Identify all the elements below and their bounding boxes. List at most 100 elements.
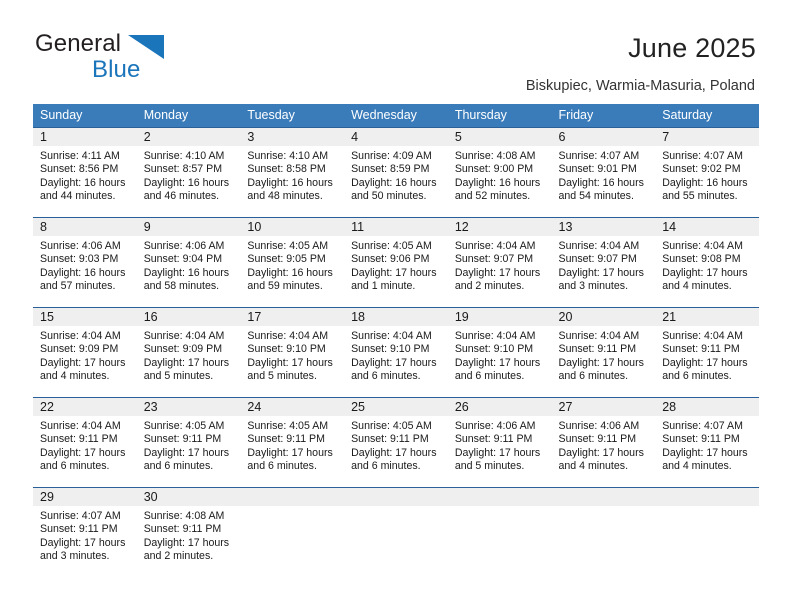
sunset-text: Sunset: 9:11 PM xyxy=(40,433,118,446)
day-cell[interactable]: 18 Sunrise: 4:04 AM Sunset: 9:10 PM Dayl… xyxy=(344,308,448,397)
day-number: 17 xyxy=(240,308,345,326)
day-cell[interactable]: 16 Sunrise: 4:04 AM Sunset: 9:09 PM Dayl… xyxy=(136,308,241,397)
day-cell[interactable]: 15 Sunrise: 4:04 AM Sunset: 9:09 PM Dayl… xyxy=(33,308,137,397)
daylight-text: Daylight: 16 hours and 59 minutes. xyxy=(247,266,333,293)
day-number: 26 xyxy=(447,398,552,416)
calendar-grid: Sunday Monday Tuesday Wednesday Thursday… xyxy=(33,104,759,577)
daylight-text: Daylight: 17 hours and 4 minutes. xyxy=(662,446,748,473)
day-number: 30 xyxy=(136,488,241,506)
day-cell[interactable]: 13 Sunrise: 4:04 AM Sunset: 9:07 PM Dayl… xyxy=(551,218,656,307)
day-cell[interactable]: 23 Sunrise: 4:05 AM Sunset: 9:11 PM Dayl… xyxy=(136,398,241,487)
day-cell[interactable]: 3 Sunrise: 4:10 AM Sunset: 8:58 PM Dayli… xyxy=(240,128,345,217)
day-number: 2 xyxy=(136,128,241,146)
day-number xyxy=(551,488,656,506)
sunset-text: Sunset: 9:04 PM xyxy=(143,253,223,266)
day-number: 8 xyxy=(33,218,137,236)
day-cell[interactable]: 10 Sunrise: 4:05 AM Sunset: 9:05 PM Dayl… xyxy=(240,218,345,307)
day-cell[interactable]: 2 Sunrise: 4:10 AM Sunset: 8:57 PM Dayli… xyxy=(136,128,241,217)
day-number: 29 xyxy=(33,488,137,506)
daylight-text: Daylight: 16 hours and 57 minutes. xyxy=(40,266,126,293)
sunset-text: Sunset: 9:11 PM xyxy=(143,523,222,536)
daylight-text: Daylight: 17 hours and 6 minutes. xyxy=(351,356,437,383)
daylight-text: Daylight: 17 hours and 3 minutes. xyxy=(40,536,126,563)
day-cell[interactable]: 17 Sunrise: 4:04 AM Sunset: 9:10 PM Dayl… xyxy=(240,308,345,397)
daylight-text: Daylight: 17 hours and 6 minutes. xyxy=(40,446,126,473)
sunrise-text: Sunrise: 4:10 AM xyxy=(143,150,225,162)
sunset-text: Sunset: 9:03 PM xyxy=(40,253,119,266)
day-cell[interactable]: 20 Sunrise: 4:04 AM Sunset: 9:11 PM Dayl… xyxy=(551,308,656,397)
daylight-text: Daylight: 17 hours and 2 minutes. xyxy=(143,536,230,563)
sunrise-text: Sunrise: 4:04 AM xyxy=(40,330,121,342)
day-cell[interactable]: 9 Sunrise: 4:06 AM Sunset: 9:04 PM Dayli… xyxy=(136,218,241,307)
day-cell[interactable]: 19 Sunrise: 4:04 AM Sunset: 9:10 PM Dayl… xyxy=(447,308,552,397)
day-cell[interactable]: 25 Sunrise: 4:05 AM Sunset: 9:11 PM Dayl… xyxy=(344,398,448,487)
day-details: Sunrise: 4:05 AM Sunset: 9:11 PM Dayligh… xyxy=(240,416,344,474)
sunset-text: Sunset: 9:07 PM xyxy=(558,253,637,266)
day-details: Sunrise: 4:07 AM Sunset: 9:11 PM Dayligh… xyxy=(33,506,137,564)
day-details: Sunrise: 4:04 AM Sunset: 9:11 PM Dayligh… xyxy=(655,326,759,384)
day-details: Sunrise: 4:05 AM Sunset: 9:06 PM Dayligh… xyxy=(344,236,448,294)
day-cell[interactable]: 6 Sunrise: 4:07 AM Sunset: 9:01 PM Dayli… xyxy=(551,128,656,217)
day-cell[interactable]: 11 Sunrise: 4:05 AM Sunset: 9:06 PM Dayl… xyxy=(344,218,448,307)
general-blue-logo[interactable]: General Blue xyxy=(35,32,275,88)
sunrise-text: Sunrise: 4:08 AM xyxy=(143,510,225,522)
daylight-text: Daylight: 17 hours and 6 minutes. xyxy=(454,356,541,383)
day-number: 27 xyxy=(551,398,656,416)
sunrise-text: Sunrise: 4:05 AM xyxy=(351,240,432,252)
week-row: 22 Sunrise: 4:04 AM Sunset: 9:11 PM Dayl… xyxy=(33,397,759,487)
sunset-text: Sunset: 9:11 PM xyxy=(143,433,222,446)
sunrise-text: Sunrise: 4:10 AM xyxy=(247,150,329,162)
day-details: Sunrise: 4:09 AM Sunset: 8:59 PM Dayligh… xyxy=(344,146,448,204)
day-number: 21 xyxy=(655,308,759,326)
day-cell[interactable]: 29 Sunrise: 4:07 AM Sunset: 9:11 PM Dayl… xyxy=(33,488,137,577)
sunrise-text: Sunrise: 4:04 AM xyxy=(247,330,329,342)
day-details: Sunrise: 4:04 AM Sunset: 9:10 PM Dayligh… xyxy=(344,326,448,384)
day-cell[interactable]: 30 Sunrise: 4:08 AM Sunset: 9:11 PM Dayl… xyxy=(136,488,241,577)
sunset-text: Sunset: 9:08 PM xyxy=(662,253,741,266)
sunset-text: Sunset: 9:11 PM xyxy=(351,433,429,446)
sunset-text: Sunset: 9:10 PM xyxy=(247,343,326,356)
day-details: Sunrise: 4:10 AM Sunset: 8:57 PM Dayligh… xyxy=(137,146,241,204)
sunrise-text: Sunrise: 4:04 AM xyxy=(662,240,743,252)
day-number: 15 xyxy=(33,308,137,326)
day-cell[interactable]: 8 Sunrise: 4:06 AM Sunset: 9:03 PM Dayli… xyxy=(33,218,137,307)
sunrise-text: Sunrise: 4:07 AM xyxy=(662,150,743,162)
sunrise-text: Sunrise: 4:06 AM xyxy=(558,420,640,432)
day-cell-empty xyxy=(447,488,552,577)
daylight-text: Daylight: 17 hours and 6 minutes. xyxy=(351,446,437,473)
day-cell[interactable]: 5 Sunrise: 4:08 AM Sunset: 9:00 PM Dayli… xyxy=(447,128,552,217)
day-cell[interactable]: 1 Sunrise: 4:11 AM Sunset: 8:56 PM Dayli… xyxy=(33,128,137,217)
day-cell[interactable]: 14 Sunrise: 4:04 AM Sunset: 9:08 PM Dayl… xyxy=(655,218,759,307)
week-row: 8 Sunrise: 4:06 AM Sunset: 9:03 PM Dayli… xyxy=(33,217,759,307)
sunrise-text: Sunrise: 4:07 AM xyxy=(558,150,640,162)
sunset-text: Sunset: 9:11 PM xyxy=(454,433,533,446)
day-cell[interactable]: 27 Sunrise: 4:06 AM Sunset: 9:11 PM Dayl… xyxy=(551,398,656,487)
day-number: 11 xyxy=(344,218,448,236)
daylight-text: Daylight: 16 hours and 55 minutes. xyxy=(662,176,748,203)
day-number: 13 xyxy=(551,218,656,236)
sunset-text: Sunset: 9:07 PM xyxy=(454,253,534,266)
daylight-text: Daylight: 17 hours and 6 minutes. xyxy=(558,356,644,383)
sunset-text: Sunset: 9:02 PM xyxy=(662,163,741,176)
day-cell[interactable]: 4 Sunrise: 4:09 AM Sunset: 8:59 PM Dayli… xyxy=(344,128,448,217)
day-number: 1 xyxy=(33,128,137,146)
day-cell[interactable]: 7 Sunrise: 4:07 AM Sunset: 9:02 PM Dayli… xyxy=(655,128,759,217)
sunset-text: Sunset: 8:56 PM xyxy=(40,163,119,176)
calendar-page: General Blue June 2025 Biskupiec, Warmia… xyxy=(0,0,792,612)
day-cell[interactable]: 21 Sunrise: 4:04 AM Sunset: 9:11 PM Dayl… xyxy=(655,308,759,397)
day-cell[interactable]: 22 Sunrise: 4:04 AM Sunset: 9:11 PM Dayl… xyxy=(33,398,137,487)
day-cell[interactable]: 26 Sunrise: 4:06 AM Sunset: 9:11 PM Dayl… xyxy=(447,398,552,487)
day-number: 12 xyxy=(447,218,552,236)
day-number xyxy=(344,488,448,506)
daylight-text: Daylight: 16 hours and 50 minutes. xyxy=(351,176,437,203)
day-details: Sunrise: 4:04 AM Sunset: 9:09 PM Dayligh… xyxy=(137,326,241,384)
sunrise-text: Sunrise: 4:06 AM xyxy=(454,420,536,432)
day-cell[interactable]: 28 Sunrise: 4:07 AM Sunset: 9:11 PM Dayl… xyxy=(655,398,759,487)
sunset-text: Sunset: 9:11 PM xyxy=(247,433,325,446)
day-cell[interactable]: 12 Sunrise: 4:04 AM Sunset: 9:07 PM Dayl… xyxy=(447,218,552,307)
daylight-text: Daylight: 17 hours and 4 minutes. xyxy=(40,356,126,383)
day-details: Sunrise: 4:04 AM Sunset: 9:07 PM Dayligh… xyxy=(552,236,656,294)
daylight-text: Daylight: 16 hours and 58 minutes. xyxy=(143,266,230,293)
day-cell[interactable]: 24 Sunrise: 4:05 AM Sunset: 9:11 PM Dayl… xyxy=(240,398,345,487)
sunrise-text: Sunrise: 4:04 AM xyxy=(351,330,432,342)
